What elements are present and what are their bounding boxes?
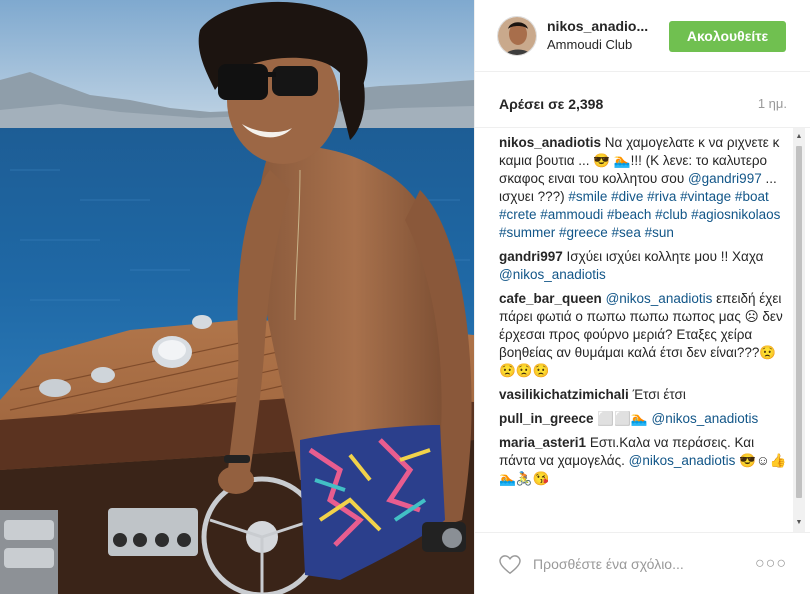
heart-icon[interactable] [499,555,521,575]
post-details-panel: nikos_anadio... Ammoudi Club Ακολουθείτε… [474,0,810,594]
comment-username[interactable]: pull_in_greece [499,411,594,426]
scroll-thumb[interactable] [796,146,802,498]
add-comment-bar: ○○○ [475,532,810,594]
likes-count[interactable]: Αρέσει σε 2,398 [499,96,603,112]
avatar[interactable] [497,16,537,56]
mention-link[interactable]: @nikos_anadiotis [499,267,606,282]
more-options-icon[interactable]: ○○○ [755,555,787,573]
post-time[interactable]: 1 ημ. [758,96,787,111]
add-comment-input[interactable] [533,553,753,575]
comment-username[interactable]: nikos_anadiotis [499,135,601,150]
comment-text: Έτσι έτσι [628,387,686,402]
post-stats: Αρέσει σε 2,398 1 ημ. [475,72,810,128]
mention-link[interactable]: @gandri997 [688,171,762,186]
comment-text: Ισχύει ισχύει κολλητε μου !! Χαχα [562,249,764,264]
post-photo[interactable] [0,0,474,594]
comment-username[interactable]: cafe_bar_queen [499,291,602,306]
comment-item: cafe_bar_queen @nikos_anadiotis επειδή έ… [499,290,789,380]
following-button[interactable]: Ακολουθείτε [669,21,786,52]
mention-link[interactable]: @nikos_anadiotis [629,453,736,468]
scroll-down-arrow-icon[interactable]: ▼ [793,518,805,528]
mention-link[interactable]: @nikos_anadiotis [651,411,758,426]
comment-username[interactable]: maria_asteri1 [499,435,586,450]
comment-username[interactable]: vasilikichatzimichali [499,387,629,402]
comment-item: vasilikichatzimichali Έτσι έτσι [499,386,789,404]
comment-text: ⬜⬜🏊 [593,411,652,426]
comments-scrollbar[interactable]: ▲ ▼ [793,128,805,532]
comment-item: maria_asteri1 Εστι.Καλα να περάσεις. Και… [499,434,789,488]
comment-username[interactable]: gandri997 [499,249,563,264]
comment-item: pull_in_greece ⬜⬜🏊 @nikos_anadiotis [499,410,789,428]
scroll-up-arrow-icon[interactable]: ▲ [793,132,805,142]
comment-item: nikos_anadiotis Να χαμογελατε κ να ριχνε… [499,134,789,242]
post-header: nikos_anadio... Ammoudi Club Ακολουθείτε [475,0,810,72]
comment-item: gandri997 Ισχύει ισχύει κολλητε μου !! Χ… [499,248,789,284]
comments-list: nikos_anadiotis Να χαμογελατε κ να ριχνε… [475,128,797,532]
post-location[interactable]: Ammoudi Club [547,37,632,52]
mention-link[interactable]: @nikos_anadiotis [606,291,713,306]
post-author-username[interactable]: nikos_anadio... [547,18,655,34]
